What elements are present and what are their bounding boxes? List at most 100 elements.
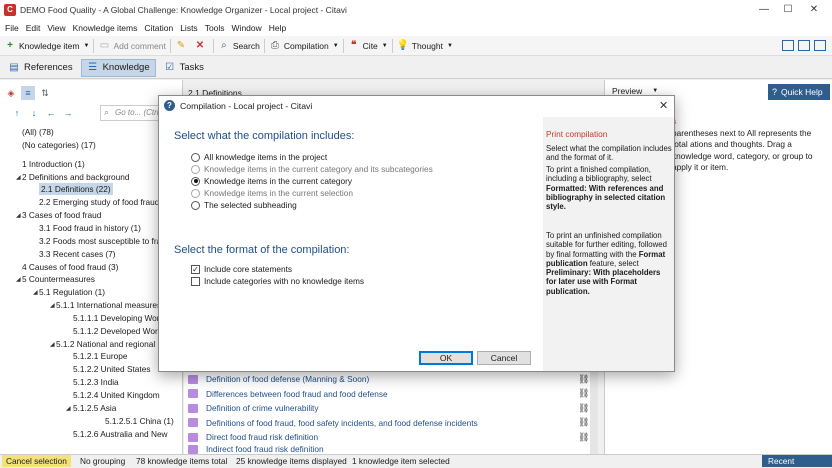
tree-item[interactable]: 5.1.1 International measures bbox=[56, 299, 161, 311]
thought-button[interactable]: 💡 Thought ▼ bbox=[397, 36, 453, 56]
tab-references[interactable]: ▤ References bbox=[3, 59, 78, 77]
list-item[interactable]: Differences between food fraud and food … bbox=[188, 387, 589, 401]
menu-tools[interactable]: Tools bbox=[205, 23, 225, 33]
dialog-close-icon[interactable]: ✕ bbox=[659, 99, 668, 112]
tree-item[interactable]: 1 Introduction (1) bbox=[22, 158, 85, 170]
tree-item[interactable]: 5.1.2.5.1 China (1) bbox=[105, 415, 174, 427]
tree-item[interactable]: 5.1.2.6 Australia and New bbox=[73, 428, 168, 440]
sort-icon[interactable]: ⇅ bbox=[38, 86, 52, 100]
link-icon[interactable]: ⛓ bbox=[578, 388, 589, 399]
menu-edit[interactable]: Edit bbox=[26, 23, 41, 33]
tree-item[interactable]: 5.1.2 National and regional m bbox=[56, 338, 164, 350]
add-comment-button[interactable]: ▭ Add comment bbox=[98, 36, 166, 56]
option-core-statements[interactable]: ✓ Include core statements bbox=[191, 263, 292, 275]
cite-button[interactable]: ❝ Cite ▼ bbox=[348, 36, 388, 56]
link-icon[interactable]: ⛓ bbox=[578, 374, 589, 385]
tree-item[interactable]: 5.1.2.2 United States bbox=[73, 363, 151, 375]
menu-lists[interactable]: Lists bbox=[180, 23, 197, 33]
minimize-button[interactable]: — bbox=[756, 3, 772, 17]
list-item[interactable]: Definition of crime vulnerability ⛓ bbox=[188, 401, 589, 415]
expand-triangle-icon[interactable]: ◢ bbox=[66, 405, 71, 412]
comment-icon bbox=[188, 432, 198, 442]
checkbox[interactable] bbox=[191, 276, 200, 286]
edit-button[interactable]: ✎ bbox=[175, 36, 190, 56]
tree-item[interactable]: 5.1.2.3 India bbox=[73, 376, 119, 388]
expand-triangle-icon[interactable]: ◢ bbox=[16, 174, 21, 181]
help-question-icon: ? bbox=[772, 87, 778, 97]
move-left-icon[interactable]: ← bbox=[44, 106, 58, 120]
tree-item[interactable]: 5.1.2.4 United Kingdom bbox=[73, 389, 160, 401]
radio-button[interactable] bbox=[191, 200, 200, 210]
tree-item[interactable]: 5.1.1.1 Developing Worl bbox=[73, 312, 161, 324]
expand-triangle-icon[interactable]: ◢ bbox=[50, 341, 55, 348]
expand-triangle-icon[interactable]: ◢ bbox=[16, 276, 21, 283]
move-down-icon[interactable]: ↓ bbox=[27, 106, 41, 120]
tree-item[interactable]: (No categories) (17) bbox=[22, 139, 96, 151]
link-icon[interactable]: ⛓ bbox=[578, 432, 589, 443]
expand-triangle-icon[interactable]: ◢ bbox=[16, 212, 21, 219]
tab-tasks[interactable]: ☑ Tasks bbox=[159, 59, 209, 77]
cancel-selection-button[interactable]: Cancel selection bbox=[2, 455, 71, 467]
comment-icon bbox=[188, 374, 198, 384]
tree-item[interactable]: 2 Definitions and background bbox=[22, 171, 129, 183]
option-selected-subheading[interactable]: The selected subheading bbox=[191, 199, 297, 211]
tree-item[interactable]: 5.1.2.5 Asia bbox=[73, 402, 116, 414]
option-empty-categories[interactable]: Include categories with no knowledge ite… bbox=[191, 275, 364, 287]
list-item[interactable]: Direct food fraud risk definition ⛓ bbox=[188, 430, 589, 444]
compilation-button[interactable]: ⎙ Compilation ▼ bbox=[269, 36, 339, 56]
expand-triangle-icon[interactable]: ◢ bbox=[50, 302, 55, 309]
tree-item[interactable]: 3.1 Food fraud in history (1) bbox=[39, 222, 141, 234]
search-button[interactable]: ⌕ Search bbox=[218, 36, 260, 56]
list-item[interactable]: Definition of food defense (Manning & So… bbox=[188, 372, 589, 386]
list-scrollbar[interactable] bbox=[590, 370, 598, 454]
move-up-icon[interactable]: ↑ bbox=[10, 106, 24, 120]
expand-triangle-icon[interactable]: ◢ bbox=[33, 289, 38, 296]
option-current-category[interactable]: Knowledge items in the current category bbox=[191, 175, 352, 187]
maximize-button[interactable]: ☐ bbox=[780, 3, 796, 17]
tree-item[interactable]: 3.3 Recent cases (7) bbox=[39, 248, 116, 260]
tree-item[interactable]: (All) (78) bbox=[22, 126, 54, 138]
quick-help-button[interactable]: ? Quick Help bbox=[768, 84, 830, 100]
menu-help[interactable]: Help bbox=[269, 23, 286, 33]
link-icon[interactable]: ⛓ bbox=[578, 417, 589, 428]
tree-item[interactable]: 5 Countermeasures bbox=[22, 273, 95, 285]
toolbar-divider bbox=[263, 38, 265, 53]
menu-view[interactable]: View bbox=[47, 23, 65, 33]
radio-button[interactable] bbox=[191, 152, 200, 162]
list-item-label: Indirect food fraud risk definition bbox=[206, 444, 324, 454]
layout-split-icon[interactable] bbox=[798, 40, 810, 51]
tree-item[interactable]: 4 Causes of food fraud (3) bbox=[22, 261, 118, 273]
menu-file[interactable]: File bbox=[5, 23, 19, 33]
close-window-button[interactable]: ✕ bbox=[806, 3, 822, 17]
outline-icon[interactable]: ≡ bbox=[21, 86, 35, 100]
category-icon[interactable]: ◈ bbox=[4, 86, 18, 100]
list-item[interactable]: Definitions of food fraud, food safety i… bbox=[188, 416, 589, 430]
tree-item[interactable]: 5.1.1.2 Developed World bbox=[73, 325, 164, 337]
menu-citation[interactable]: Citation bbox=[144, 23, 173, 33]
cancel-button[interactable]: Cancel bbox=[477, 351, 531, 365]
radio-button[interactable] bbox=[191, 176, 200, 186]
menu-knowledge-items[interactable]: Knowledge items bbox=[73, 23, 138, 33]
ok-button[interactable]: OK bbox=[419, 351, 473, 365]
option-all-items[interactable]: All knowledge items in the project bbox=[191, 151, 327, 163]
tree-item[interactable]: 3 Cases of food fraud bbox=[22, 209, 101, 221]
tree-item[interactable]: 3.2 Foods most susceptible to frau bbox=[39, 235, 166, 247]
recent-changes-button[interactable]: Recent changes bbox=[762, 455, 832, 467]
move-right-icon[interactable]: → bbox=[61, 106, 75, 120]
tree-item[interactable]: 2.2 Emerging study of food fraud ( bbox=[39, 196, 164, 208]
link-icon[interactable]: ⛓ bbox=[578, 403, 589, 414]
checkbox-checked[interactable]: ✓ bbox=[191, 264, 200, 274]
list-item[interactable]: Indirect food fraud risk definition ⛓ bbox=[188, 444, 324, 454]
help-paragraph: To print an unfinished compilation suita… bbox=[546, 231, 672, 296]
menu-window[interactable]: Window bbox=[232, 23, 262, 33]
tree-item[interactable]: 5.1 Regulation (1) bbox=[39, 286, 105, 298]
delete-button[interactable]: ✕ bbox=[194, 36, 209, 56]
tree-item[interactable]: 5.1.2.1 Europe bbox=[73, 350, 127, 362]
knowledge-item-button[interactable]: + Knowledge item ▼ bbox=[4, 36, 89, 56]
tab-knowledge[interactable]: ☰ Knowledge bbox=[80, 58, 156, 77]
layout-right-icon[interactable] bbox=[814, 40, 826, 51]
tree-item-selected[interactable]: 2.1 Definitions (22) bbox=[39, 183, 113, 196]
grouping-status[interactable]: No grouping bbox=[80, 455, 125, 467]
option-label: Knowledge items in the current category bbox=[204, 176, 353, 186]
layout-left-icon[interactable] bbox=[782, 40, 794, 51]
